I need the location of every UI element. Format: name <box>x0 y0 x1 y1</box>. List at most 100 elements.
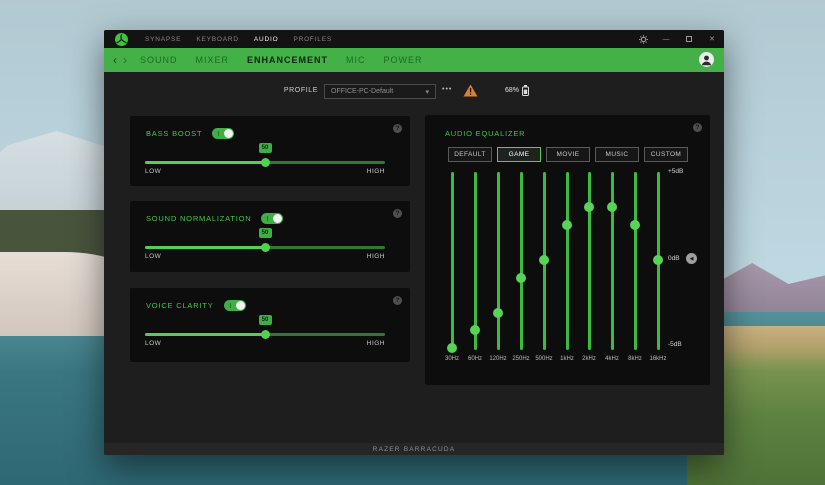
eq-thumb[interactable] <box>653 255 663 265</box>
eq-scale-plus5db: +5dB <box>668 168 684 175</box>
slider-thumb[interactable] <box>260 158 270 167</box>
tab-mixer[interactable]: MIXER <box>196 55 230 65</box>
tab-power[interactable]: POWER <box>384 55 423 65</box>
eq-track[interactable] <box>587 172 591 350</box>
eq-scale-0db: 0dB <box>668 255 680 262</box>
profile-label: PROFILE <box>283 87 318 94</box>
close-icon[interactable]: ✕ <box>707 33 717 45</box>
profile-more-icon[interactable]: ••• <box>442 86 452 93</box>
slider-thumb[interactable] <box>260 243 270 252</box>
eq-track[interactable] <box>519 172 523 350</box>
eq-thumb[interactable] <box>584 202 594 213</box>
info-icon[interactable]: ? <box>393 209 402 218</box>
eq-thumb[interactable] <box>630 219 640 230</box>
low-label: LOW <box>145 168 162 175</box>
high-label: HIGH <box>366 340 385 347</box>
slider-thumb[interactable] <box>260 330 270 339</box>
slider-fill <box>145 333 265 336</box>
titlebar: SYNAPSE KEYBOARD AUDIO PROFILES — ✕ <box>104 30 724 48</box>
audio-equalizer-title: AUDIO EQUALIZER <box>445 129 526 138</box>
profile-dropdown[interactable]: OFFICE-PC-Default ▾ <box>324 84 436 99</box>
sound-normalization-panel: SOUND NORMALIZATION ? 50 LOW HIGH <box>130 201 410 272</box>
eq-band-label: 16kHz <box>649 356 667 362</box>
device-name-footer: RAZER BARRACUDA <box>104 443 724 455</box>
dropdown-chevron-icon: ▾ <box>425 88 429 96</box>
battery-percent: 68% <box>505 87 520 94</box>
high-label: HIGH <box>366 168 385 175</box>
eq-thumb[interactable] <box>493 307 503 318</box>
slider-track[interactable] <box>145 330 385 339</box>
desktop: SYNAPSE KEYBOARD AUDIO PROFILES — ✕ ‹ › … <box>0 0 825 485</box>
preset-game-button[interactable]: GAME <box>497 147 541 162</box>
warning-triangle-icon[interactable] <box>463 84 478 97</box>
low-label: LOW <box>145 253 162 260</box>
preset-music-button[interactable]: MUSIC <box>595 147 639 162</box>
back-chevron-icon[interactable]: ‹ <box>113 54 117 66</box>
eq-track[interactable] <box>633 172 637 350</box>
bass-boost-panel: BASS BOOST ? 50 LOW HIGH <box>130 116 410 186</box>
sound-normalization-title: SOUND NORMALIZATION <box>146 214 252 223</box>
menu-synapse[interactable]: SYNAPSE <box>145 36 181 43</box>
battery-icon <box>522 85 530 96</box>
voice-clarity-slider[interactable]: 50 LOW HIGH <box>145 310 385 354</box>
minimize-icon[interactable]: — <box>661 33 671 45</box>
profile-dropdown-value: OFFICE-PC-Default <box>331 88 394 95</box>
tab-enhancement[interactable]: ENHANCEMENT <box>247 55 328 65</box>
eq-track[interactable] <box>565 172 569 350</box>
slider-value-badge: 50 <box>258 228 272 238</box>
slider-track[interactable] <box>145 243 385 252</box>
preset-movie-button[interactable]: MOVIE <box>546 147 590 162</box>
low-label: LOW <box>145 340 162 347</box>
eq-track[interactable] <box>473 172 477 350</box>
menu-audio[interactable]: AUDIO <box>254 36 279 43</box>
profile-row: PROFILE OFFICE-PC-Default ▾ ••• 68% <box>104 82 724 102</box>
eq-thumb[interactable] <box>470 325 480 336</box>
slider-fill <box>145 161 265 164</box>
eq-thumb[interactable] <box>516 272 526 283</box>
eq-thumb[interactable] <box>562 219 572 230</box>
audio-equalizer-panel: AUDIO EQUALIZER ? DEFAULT GAME MOVIE MUS… <box>425 115 710 385</box>
eq-track[interactable] <box>610 172 614 350</box>
razer-logo-icon <box>115 32 128 46</box>
high-label: HIGH <box>366 253 385 260</box>
menu-keyboard[interactable]: KEYBOARD <box>196 36 239 43</box>
slider-end-labels: LOW HIGH <box>145 340 385 347</box>
eq-preset-row: DEFAULT GAME MOVIE MUSIC CUSTOM <box>448 147 688 162</box>
info-icon[interactable]: ? <box>393 296 402 305</box>
eq-thumb[interactable] <box>447 343 457 353</box>
bass-boost-slider[interactable]: 50 LOW HIGH <box>145 138 385 182</box>
maximize-icon[interactable] <box>684 33 694 45</box>
tab-mic[interactable]: MIC <box>346 55 366 65</box>
forward-chevron-icon[interactable]: › <box>123 54 127 66</box>
window-controls: — ✕ <box>638 30 717 48</box>
preset-custom-button[interactable]: CUSTOM <box>644 147 688 162</box>
eq-track[interactable] <box>496 172 500 350</box>
titlebar-menu: SYNAPSE KEYBOARD AUDIO PROFILES <box>145 36 332 43</box>
slider-value-badge: 50 <box>258 315 272 325</box>
voice-clarity-title: VOICE CLARITY <box>146 301 214 310</box>
menu-profiles[interactable]: PROFILES <box>293 36 332 43</box>
tab-sound[interactable]: SOUND <box>140 55 178 65</box>
settings-gear-icon[interactable] <box>638 33 648 45</box>
info-icon[interactable]: ? <box>393 124 402 133</box>
eq-scale-minus5db: -5dB <box>668 341 682 348</box>
nav-tabs: SOUND MIXER ENHANCEMENT MIC POWER <box>140 55 423 65</box>
slider-end-labels: LOW HIGH <box>145 253 385 260</box>
sound-normalization-slider[interactable]: 50 LOW HIGH <box>145 223 385 267</box>
user-avatar[interactable] <box>699 52 714 67</box>
bass-boost-title: BASS BOOST <box>146 129 203 138</box>
info-icon[interactable]: ? <box>693 123 702 132</box>
audio-nav-bar: ‹ › SOUND MIXER ENHANCEMENT MIC POWER <box>104 48 724 72</box>
eq-collapse-icon[interactable]: ◀ <box>686 253 697 264</box>
slider-end-labels: LOW HIGH <box>145 168 385 175</box>
slider-track[interactable] <box>145 158 385 167</box>
slider-fill <box>145 246 265 249</box>
battery-status: 68% <box>505 85 530 96</box>
eq-thumb[interactable] <box>539 255 549 265</box>
preset-default-button[interactable]: DEFAULT <box>448 147 492 162</box>
device-name: RAZER BARRACUDA <box>372 445 456 453</box>
slider-value-badge: 50 <box>258 143 272 153</box>
eq-track[interactable] <box>450 172 454 350</box>
razer-synapse-window: SYNAPSE KEYBOARD AUDIO PROFILES — ✕ ‹ › … <box>104 30 724 455</box>
eq-thumb[interactable] <box>607 202 617 213</box>
